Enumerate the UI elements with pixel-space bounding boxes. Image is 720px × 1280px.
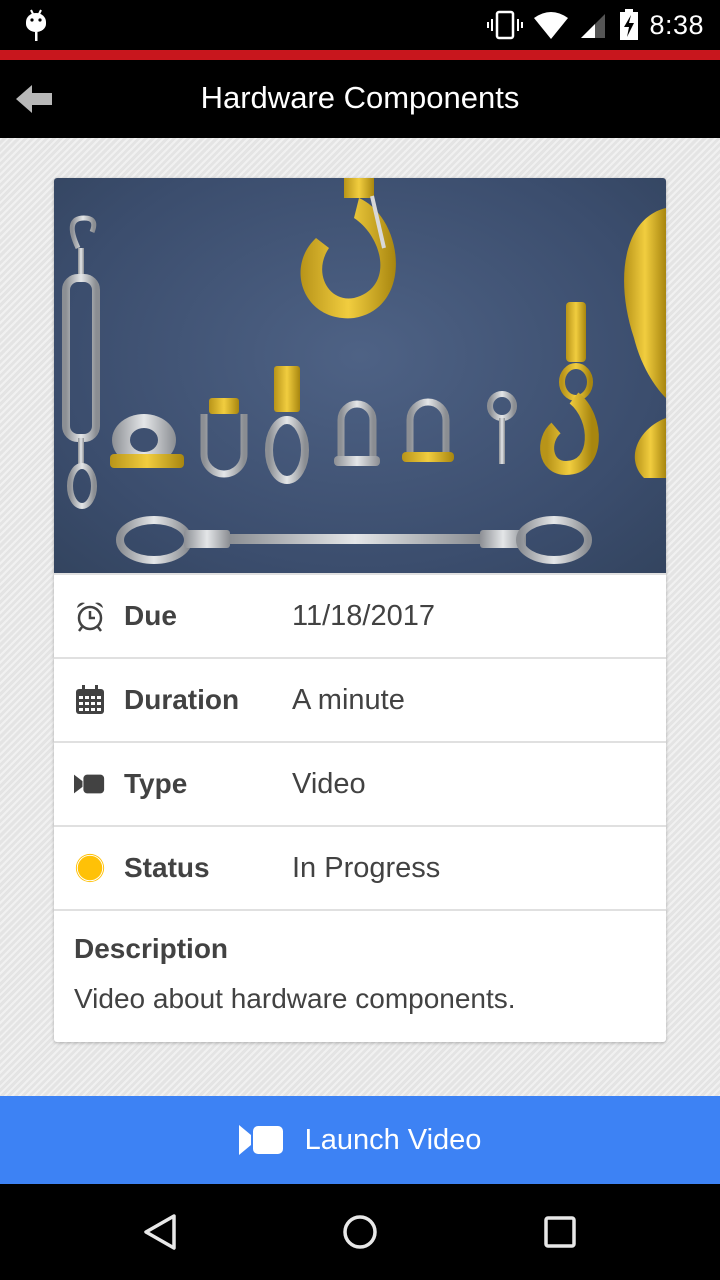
android-debug-icon: [26, 9, 46, 41]
description-heading: Description: [74, 933, 229, 964]
type-value: Video: [292, 767, 366, 800]
vibrate-icon: [487, 10, 524, 40]
due-date-value: 11/18/2017: [292, 599, 435, 632]
detail-row-due: Due 11/18/2017: [54, 573, 666, 657]
status-bar: 8:38: [0, 0, 720, 50]
status-value: In Progress: [292, 851, 441, 884]
video-camera-icon: [74, 768, 106, 800]
video-camera-icon: [238, 1125, 283, 1155]
battery-charging-icon: [620, 9, 639, 40]
status-dot-icon: [74, 852, 106, 884]
hardware-illustration: [62, 178, 666, 564]
launch-video-label: Launch Video: [304, 1123, 482, 1156]
clock: 8:38: [649, 9, 704, 40]
detail-row-duration: Duration A minute: [54, 657, 666, 741]
detail-row-status: Status In Progress: [54, 825, 666, 909]
page-title: Hardware Components: [200, 80, 520, 115]
app-bar: Hardware Components: [0, 60, 720, 138]
lesson-card: Due 11/18/2017 Duration A minute Type Vi…: [54, 178, 666, 1042]
detail-row-type: Type Video: [54, 741, 666, 825]
detail-label: Duration: [124, 684, 240, 715]
back-nav-icon[interactable]: [140, 1212, 180, 1252]
hero-image: [54, 178, 666, 573]
launch-video-button[interactable]: Launch Video: [0, 1096, 720, 1184]
wifi-icon: [534, 12, 569, 39]
detail-label: Type: [124, 768, 188, 799]
accent-line: [0, 50, 720, 60]
system-nav-bar: [0, 1184, 720, 1280]
recents-nav-icon[interactable]: [540, 1212, 580, 1252]
duration-value: A minute: [292, 683, 405, 716]
detail-label: Status: [124, 852, 210, 883]
calendar-icon: [74, 684, 106, 716]
cell-signal-icon: [581, 14, 606, 38]
detail-label: Due: [124, 600, 177, 631]
content-area: Due 11/18/2017 Duration A minute Type Vi…: [0, 138, 720, 1096]
status-icons: 8:38: [487, 0, 704, 50]
alarm-clock-icon: [74, 600, 106, 632]
description-section: Description Video about hardware compone…: [54, 909, 666, 1042]
home-nav-icon[interactable]: [340, 1212, 380, 1252]
description-text: Video about hardware components.: [74, 983, 516, 1014]
